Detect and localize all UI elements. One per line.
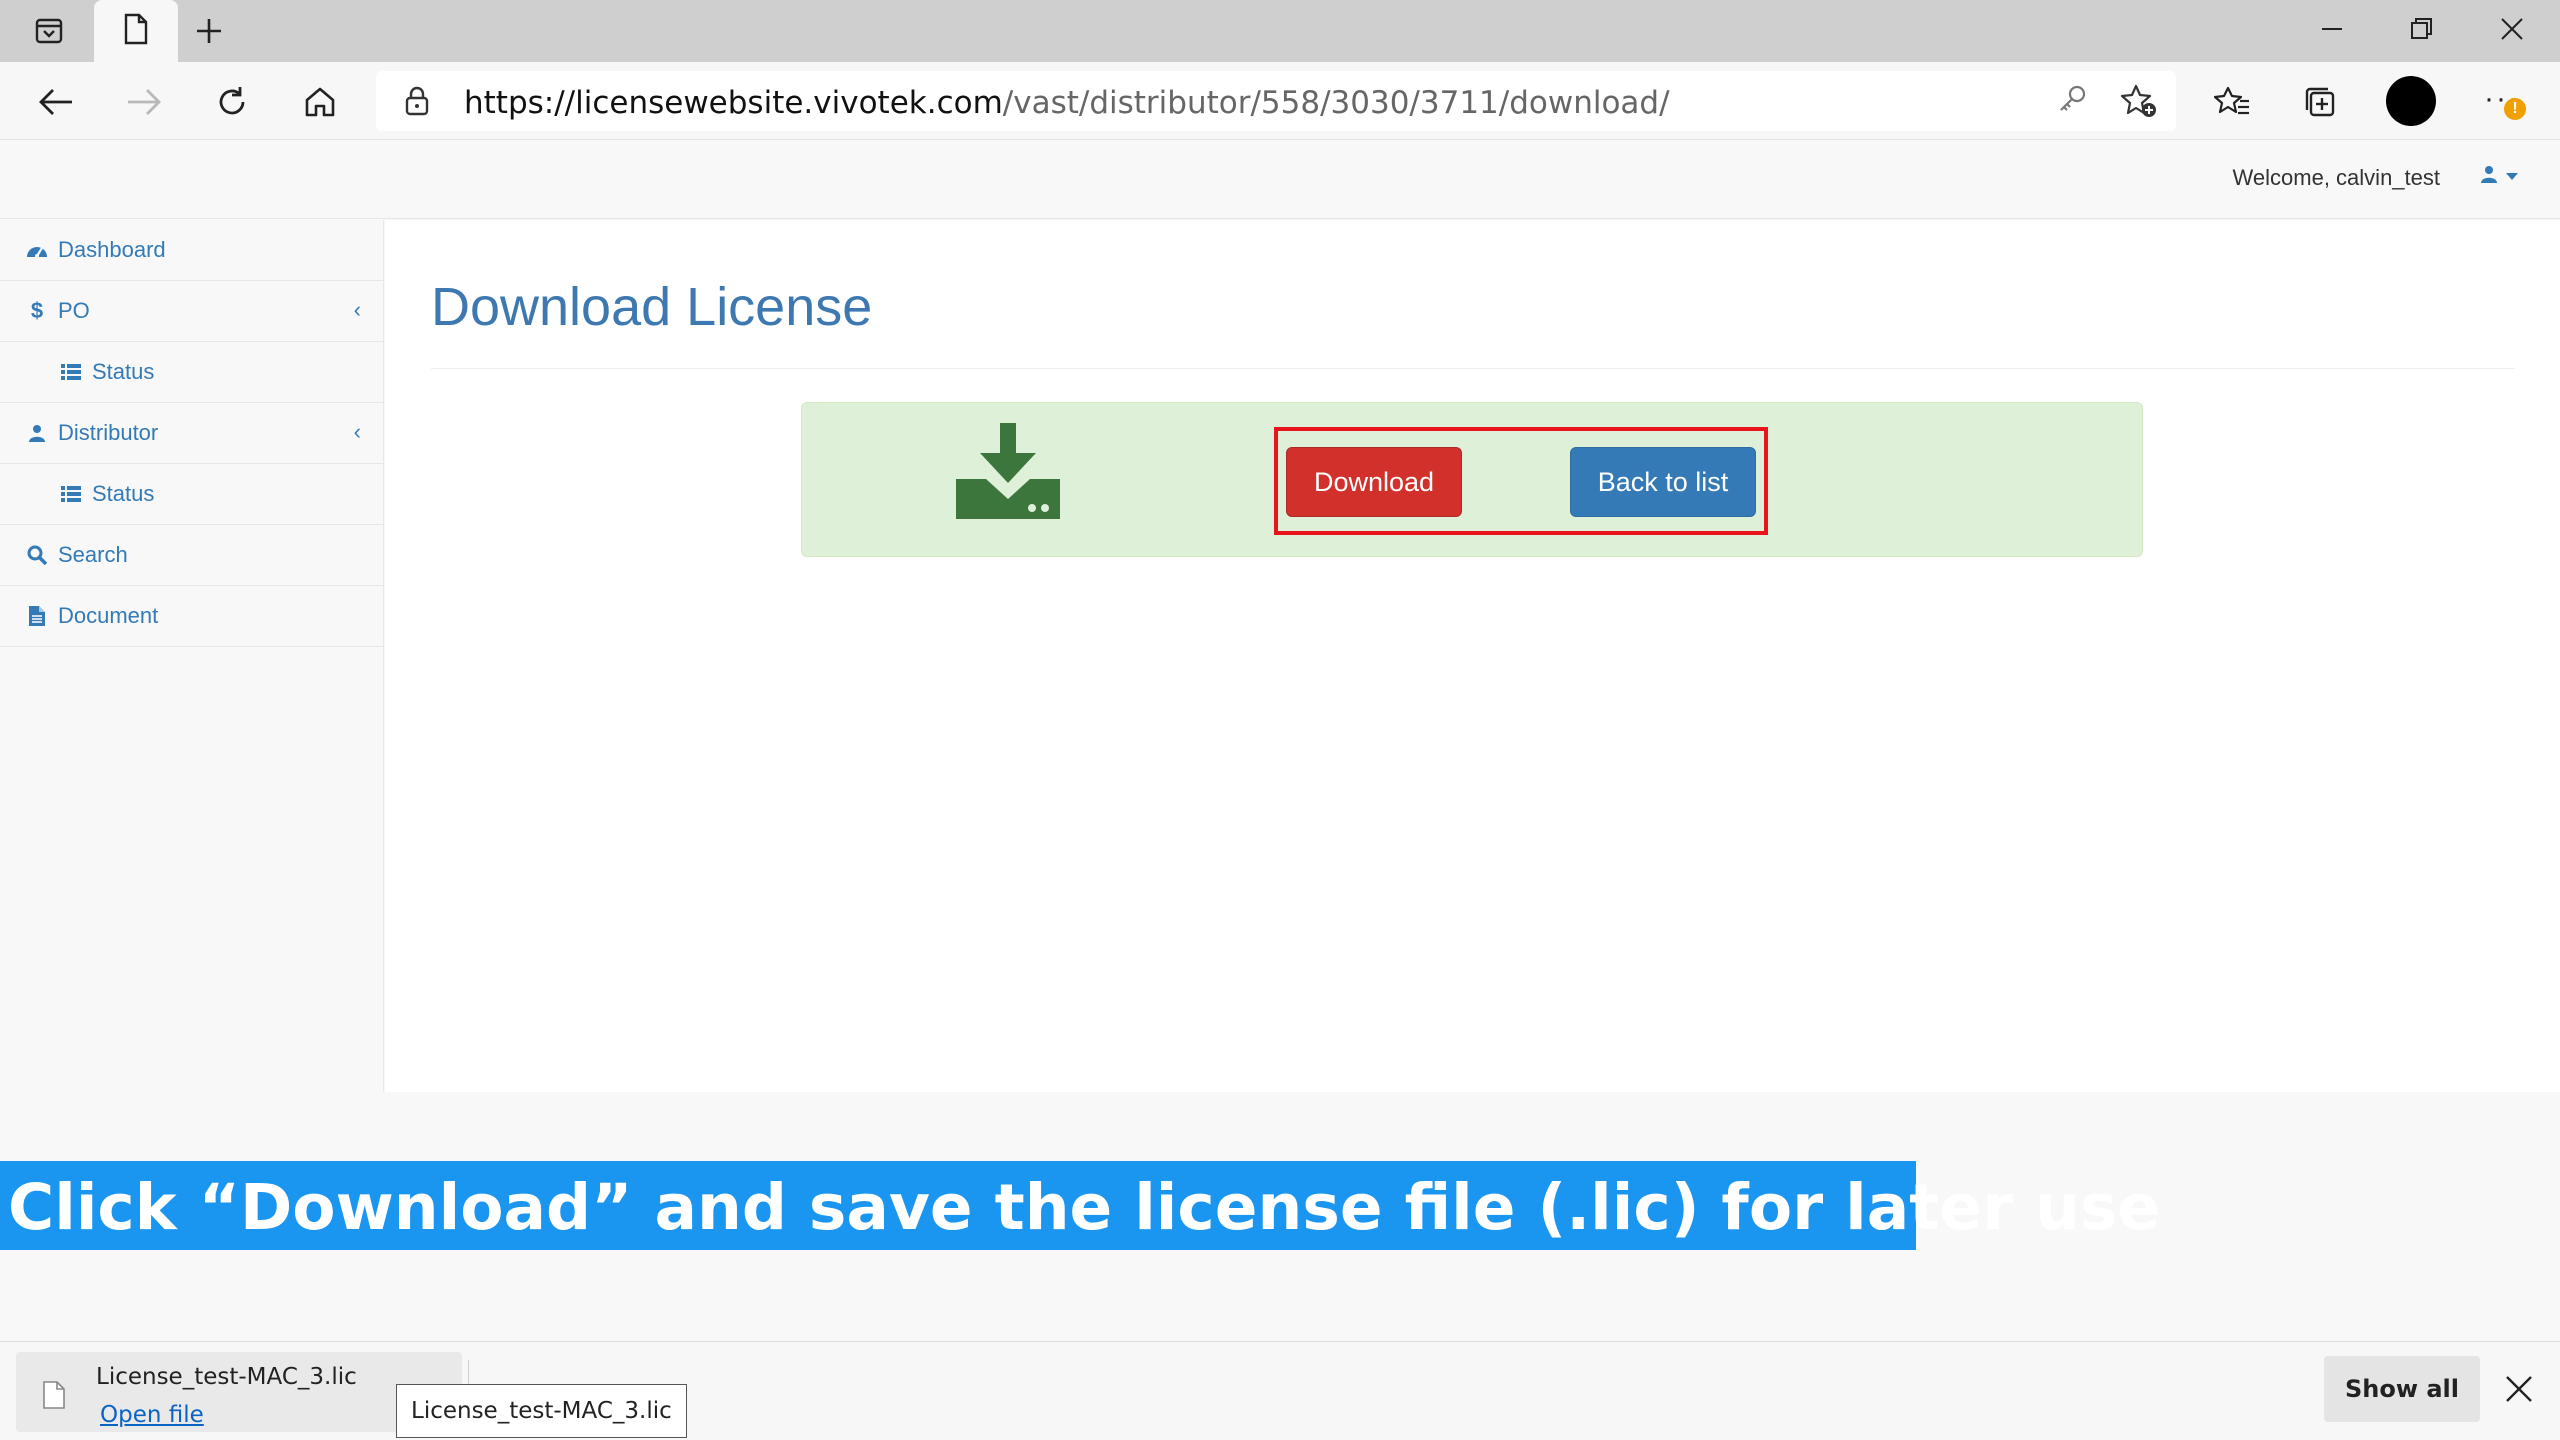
sidebar-item-label: PO — [58, 298, 90, 323]
lock-icon[interactable] — [404, 85, 430, 122]
browser-tab-bar — [0, 0, 2560, 62]
user-icon — [2480, 165, 2498, 188]
download-panel: Download Back to list — [801, 402, 2143, 557]
instruction-caption: Click “Download” and save the license fi… — [0, 1161, 2160, 1250]
sidebar-item-search[interactable]: Search — [0, 525, 383, 586]
browser-tab[interactable] — [94, 0, 178, 62]
collections-icon[interactable] — [2294, 76, 2346, 128]
user-menu-dropdown[interactable] — [2480, 165, 2518, 188]
plus-icon[interactable] — [186, 8, 232, 54]
file-name-tooltip: License_test-MAC_3.lic — [396, 1384, 687, 1438]
refresh-icon[interactable] — [206, 76, 258, 128]
url-host: https://licensewebsite.vivotek.com — [464, 85, 1003, 121]
minimize-icon[interactable] — [2288, 0, 2376, 58]
back-arrow-icon[interactable] — [30, 76, 82, 128]
sidebar-item-label: Document — [58, 603, 159, 628]
sidebar-item-label: Status — [92, 481, 155, 506]
caption-text: Click “Download” and save the license fi… — [8, 1171, 2161, 1244]
dashboard-icon — [26, 239, 48, 261]
sidebar-item-label: Dashboard — [58, 237, 166, 262]
sidebar-item-distributor-status[interactable]: Status — [0, 464, 383, 525]
sidebar-item-label: Distributor — [58, 420, 159, 445]
download-drive-icon — [956, 423, 1060, 524]
welcome-text: Welcome, calvin_test — [2232, 165, 2440, 190]
more-icon[interactable]: ··· ! — [2476, 76, 2532, 128]
sidebar-item-distributor[interactable]: Distributor ‹ — [0, 403, 383, 464]
show-all-button[interactable]: Show all — [2324, 1356, 2480, 1422]
dollar-icon: $ — [30, 298, 44, 323]
add-favorite-icon[interactable] — [2120, 83, 2158, 124]
close-window-icon[interactable] — [2468, 0, 2556, 58]
search-icon — [26, 544, 48, 566]
favorites-icon[interactable] — [2206, 76, 2258, 128]
sidebar-item-label: Search — [58, 542, 128, 567]
address-bar[interactable]: https://licensewebsite.vivotek.com/vast/… — [376, 71, 2176, 131]
sidebar-item-po-status[interactable]: Status — [0, 342, 383, 403]
user-icon — [26, 422, 48, 444]
restore-icon[interactable] — [2378, 0, 2466, 58]
open-file-link[interactable]: Open file — [100, 1402, 204, 1428]
top-navbar: Welcome, calvin_test — [0, 141, 2560, 219]
sidebar-item-po[interactable]: $ PO ‹ — [0, 281, 383, 342]
download-file-name: License_test-MAC_3.lic — [96, 1364, 357, 1390]
tab-actions-icon[interactable] — [20, 10, 78, 52]
sidebar-item-document[interactable]: Document — [0, 586, 383, 647]
url-path: /vast/distributor/558/3030/3711/download… — [1002, 85, 1670, 121]
key-icon[interactable] — [2056, 83, 2088, 120]
sidebar-item-label: Status — [92, 359, 155, 384]
divider — [431, 368, 2515, 369]
download-shelf: License_test-MAC_3.lic Open file License… — [0, 1341, 2560, 1440]
home-icon[interactable] — [294, 76, 346, 128]
forward-arrow-icon[interactable] — [118, 76, 170, 128]
profile-avatar[interactable] — [2386, 76, 2436, 126]
download-button[interactable]: Download — [1286, 447, 1462, 517]
sidebar: Dashboard $ PO ‹ Status Distributor ‹ St… — [0, 220, 384, 1092]
chevron-left-icon: ‹ — [353, 297, 361, 322]
page-title: Download License — [431, 277, 873, 337]
chevron-left-icon: ‹ — [353, 419, 361, 444]
sidebar-item-dashboard[interactable]: Dashboard — [0, 220, 383, 281]
file-icon — [26, 605, 48, 627]
list-icon — [60, 483, 82, 505]
main-content: Download License Download Back to list — [385, 220, 2560, 1092]
browser-toolbar: https://licensewebsite.vivotek.com/vast/… — [0, 62, 2560, 140]
warning-badge: ! — [2504, 98, 2526, 120]
url-text: https://licensewebsite.vivotek.com/vast/… — [464, 85, 1670, 121]
page-icon — [123, 13, 149, 50]
back-to-list-button[interactable]: Back to list — [1570, 447, 1756, 517]
list-icon — [60, 361, 82, 383]
close-icon[interactable] — [2494, 1364, 2544, 1414]
file-icon — [42, 1380, 66, 1415]
caret-down-icon — [2506, 168, 2518, 186]
